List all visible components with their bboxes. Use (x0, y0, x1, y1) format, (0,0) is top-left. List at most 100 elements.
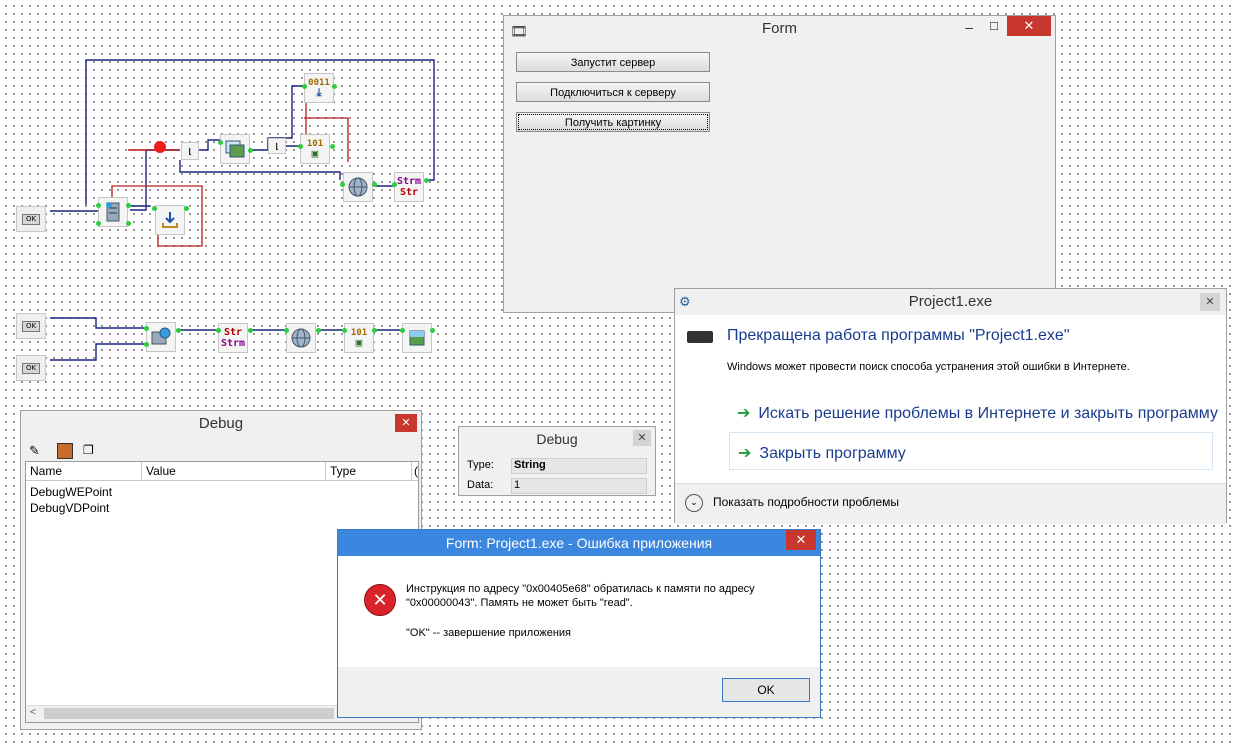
globe-icon (291, 328, 311, 348)
ok-component-label: OK (21, 362, 41, 374)
column-extra[interactable]: ( (412, 462, 418, 480)
picture-icon (409, 330, 425, 346)
get-image-button[interactable]: Получить картинку (516, 112, 710, 132)
binary-image-icon: 101 ▣ (350, 328, 368, 349)
list-item[interactable]: DebugWEPoint (30, 484, 112, 500)
error-line-3: "OK" -- завершение приложения (406, 627, 571, 639)
debug-small-title: Debug (536, 431, 578, 447)
maximize-button[interactable]: ☐ (989, 14, 999, 40)
client-component[interactable] (146, 322, 176, 352)
column-value[interactable]: Value (142, 462, 326, 480)
str-top-label: Str (223, 327, 243, 338)
splitter-icon: ⌊ (274, 141, 280, 151)
film-icon: 🎞 (510, 23, 528, 39)
app-error-title: Form: Project1.exe - Ошибка приложения (445, 535, 713, 551)
crash-heading: Прекращена работа программы "Project1.ex… (727, 327, 1070, 344)
close-program-link[interactable]: ➔ Закрыть программу (738, 443, 906, 463)
copy-tool-icon[interactable]: ❐ (83, 443, 94, 457)
debug-list-header: Name Value Type ( (26, 462, 418, 481)
globe-icon (348, 177, 368, 197)
binary-save-component[interactable]: 0011 ⤓ (304, 73, 334, 103)
error-message-block: Инструкция по адресу "0x00405e68" обрати… (406, 582, 755, 640)
app-icon: ⚙ (679, 294, 691, 309)
scroll-left-button[interactable]: < (30, 707, 36, 718)
picture-icon (225, 140, 245, 158)
error-line-2: "0x00000043". Память не может быть "read… (406, 597, 633, 609)
client-icon (151, 327, 171, 345)
ok-button-component[interactable]: OK (16, 206, 46, 232)
app-error-dialog: Form: Project1.exe - Ошибка приложения ✕… (337, 529, 821, 718)
crash-title: Project1.exe (908, 293, 993, 310)
search-solution-label: Искать решение проблемы в Интернете и за… (758, 405, 1218, 422)
app-error-close-button[interactable]: ✕ (786, 530, 816, 550)
error-icon: ✕ (364, 584, 396, 616)
app-error-footer: OK (338, 667, 820, 717)
strm-bottom-label: Str (399, 187, 419, 198)
form-window: 🎞 Form – ☐ ✕ Запустит сервер Подключитьс… (503, 15, 1056, 313)
save-file-component[interactable] (155, 205, 185, 235)
ok-button[interactable]: OK (722, 678, 810, 702)
data-label: Data: (467, 479, 494, 491)
strm-str-icon: Strm Str (397, 176, 421, 198)
network-component[interactable] (343, 172, 373, 202)
show-details-link[interactable]: Показать подробности проблемы (713, 495, 899, 509)
close-program-option[interactable]: ➔ Закрыть программу (729, 432, 1213, 470)
form-title: Form (762, 20, 797, 37)
network-component[interactable] (286, 323, 316, 353)
ok-button-component[interactable]: OK (16, 313, 46, 339)
type-label: Type: (467, 459, 494, 471)
binary-image-icon: 101 ▣ (306, 139, 324, 160)
app-error-titlebar: Form: Project1.exe - Ошибка приложения ✕ (338, 530, 820, 556)
form-titlebar: 🎞 Form – ☐ ✕ (504, 16, 1055, 42)
error-line-1: Инструкция по адресу "0x00405e68" обрати… (406, 583, 755, 595)
column-name[interactable]: Name (26, 462, 142, 480)
binary-image-component[interactable]: 101 ▣ (344, 323, 374, 353)
list-item[interactable]: DebugVDPoint (30, 500, 109, 516)
pin-tool-icon[interactable]: ✎ (29, 443, 40, 459)
form-close-button[interactable]: ✕ (1007, 16, 1051, 36)
close-program-label: Закрыть программу (759, 445, 906, 462)
str-strm-icon: Str Strm (221, 327, 245, 349)
splitter-component[interactable]: ⌊ (181, 142, 199, 160)
image-component[interactable] (402, 323, 432, 353)
minimize-button[interactable]: – (965, 14, 973, 40)
server-icon (106, 202, 120, 222)
event-point-red[interactable] (154, 141, 166, 153)
debug-close-button[interactable]: ✕ (395, 414, 417, 432)
stream-to-string-component[interactable]: Strm Str (394, 172, 424, 202)
ok-button-component[interactable]: OK (16, 355, 46, 381)
search-solution-link[interactable]: ➔ Искать решение проблемы в Интернете и з… (737, 403, 1218, 423)
connect-server-button[interactable]: Подключиться к серверу (516, 82, 710, 102)
clear-tool-icon[interactable] (57, 443, 73, 459)
column-type[interactable]: Type (326, 462, 412, 480)
start-server-button[interactable]: Запустит сервер (516, 52, 710, 72)
data-value: 1 (511, 478, 647, 494)
download-icon (162, 212, 178, 228)
debug-title: Debug (198, 415, 244, 432)
arrow-right-icon: ➔ (737, 405, 751, 422)
debug-titlebar: Debug ✕ (21, 411, 421, 437)
chevron-down-icon[interactable]: ⌄ (685, 494, 703, 512)
splitter-icon: ⌊ (187, 146, 193, 156)
crash-titlebar: ⚙ Project1.exe ✕ (675, 289, 1226, 315)
debug-small-titlebar: Debug ✕ (459, 427, 655, 451)
debug-small-close-button[interactable]: ✕ (633, 430, 651, 446)
arrow-right-icon: ➔ (738, 445, 752, 462)
string-to-stream-component[interactable]: Str Strm (218, 323, 248, 353)
ok-component-label: OK (21, 213, 41, 225)
ok-component-label: OK (21, 320, 41, 332)
scroll-thumb[interactable] (44, 708, 334, 719)
chip-icon (687, 331, 713, 343)
debug-value-window: Debug ✕ Type: String Data: 1 (458, 426, 656, 496)
server-component[interactable] (98, 197, 128, 227)
crash-dialog: ⚙ Project1.exe ✕ Прекращена работа прогр… (674, 288, 1227, 524)
str-bottom-label: Strm (220, 338, 246, 349)
crash-close-button[interactable]: ✕ (1200, 293, 1220, 311)
details-bar: ⌄ Показать подробности проблемы (675, 483, 1226, 524)
crash-message: Windows может провести поиск способа уст… (727, 361, 1130, 373)
image-component[interactable] (220, 134, 250, 164)
type-value: String (511, 458, 647, 474)
splitter-component[interactable]: ⌊ (268, 138, 286, 154)
strm-top-label: Strm (396, 176, 422, 187)
binary-image-component[interactable]: 101 ▣ (300, 134, 330, 164)
